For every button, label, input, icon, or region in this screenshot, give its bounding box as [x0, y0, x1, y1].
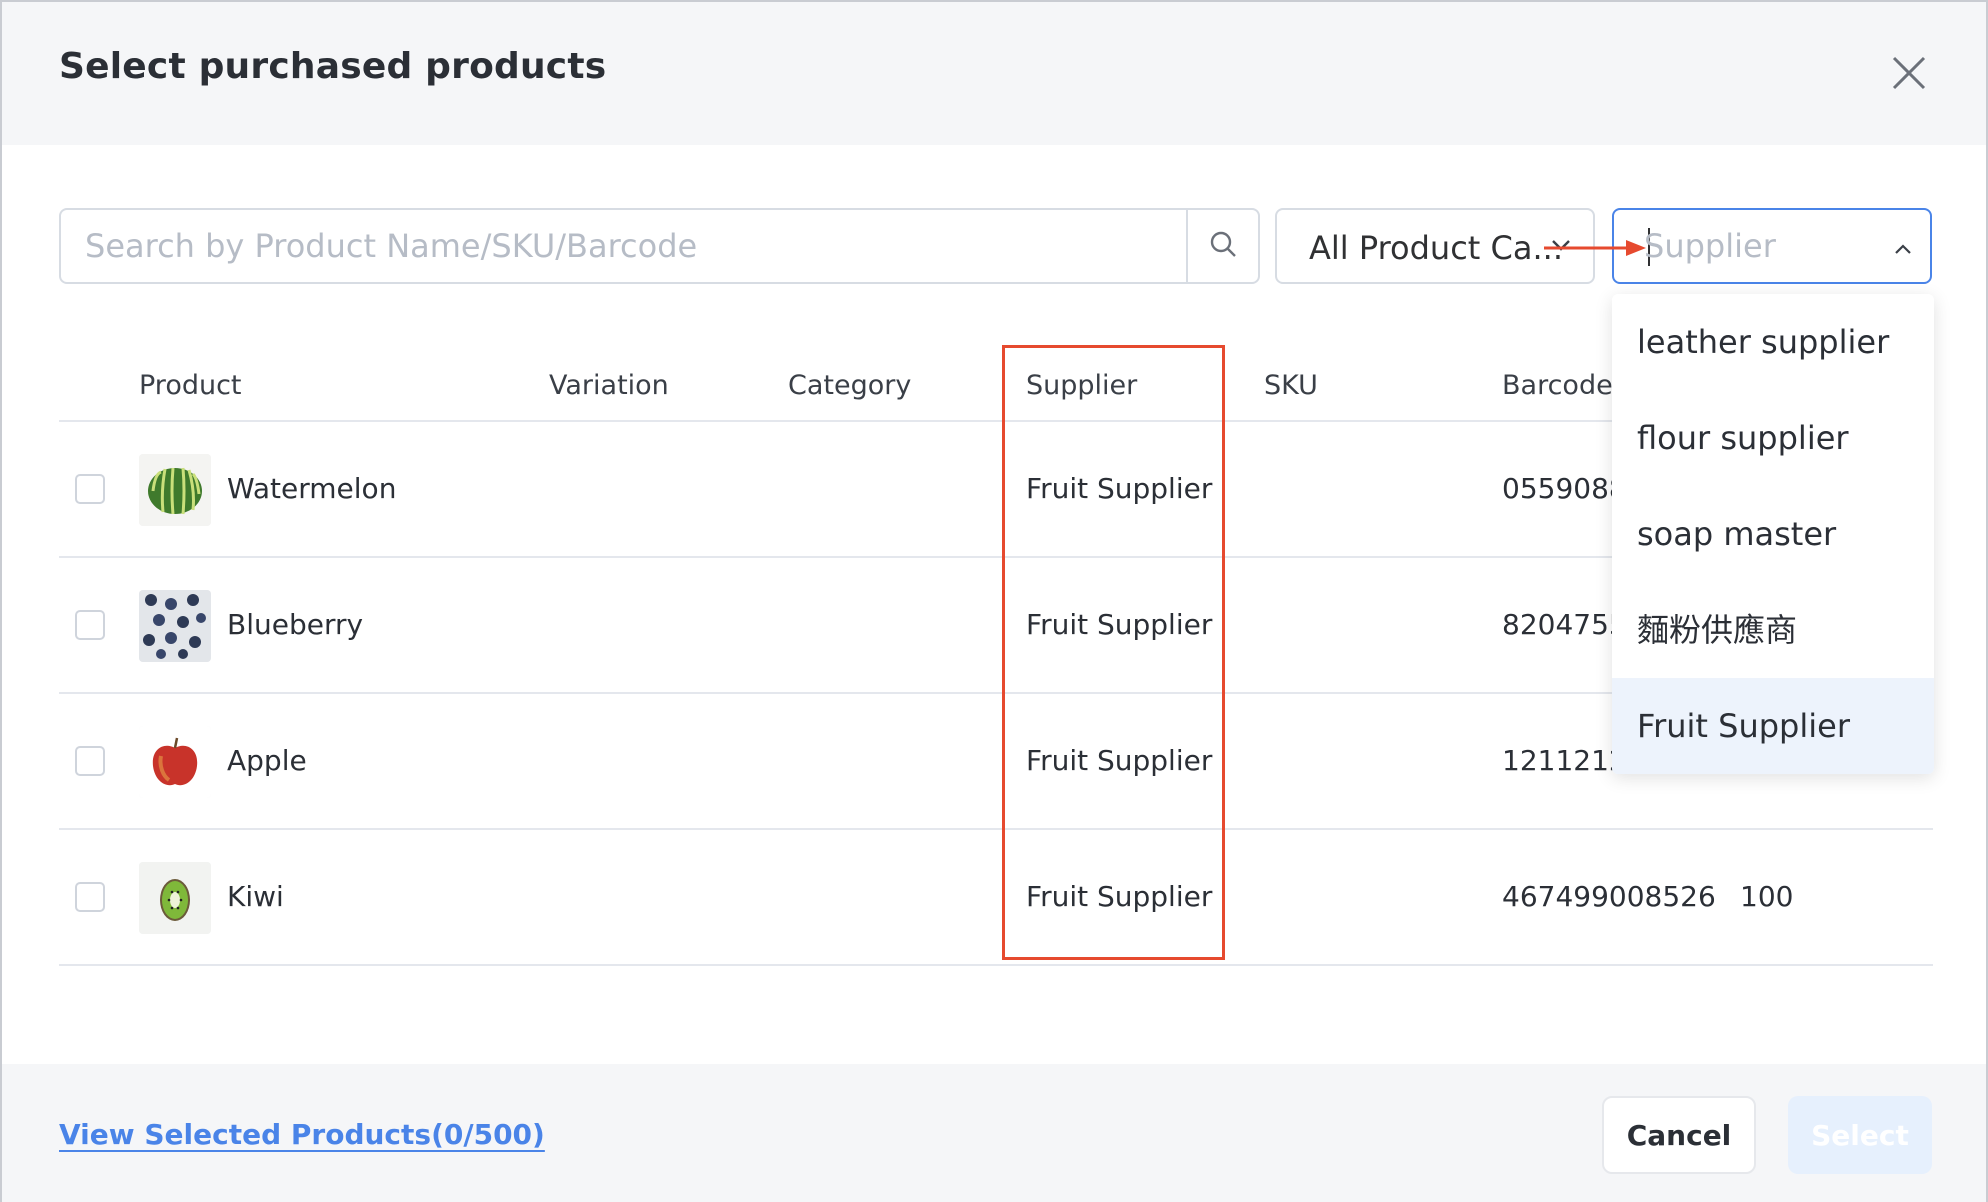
barcode-cell: 1211212	[1502, 744, 1627, 777]
chevron-up-icon	[1894, 240, 1912, 259]
row-checkbox[interactable]	[75, 746, 105, 776]
row-checkbox[interactable]	[75, 474, 105, 504]
kiwi-thumbnail	[139, 862, 211, 934]
category-filter-value: All Product Ca...	[1309, 229, 1563, 267]
column-header-sku: SKU	[1264, 370, 1318, 401]
select-button[interactable]: Select	[1788, 1096, 1932, 1174]
product-name: Blueberry	[227, 608, 364, 641]
select-products-dialog: Select purchased products All Product Ca…	[0, 0, 1988, 1202]
stock-cell: 100	[1740, 880, 1794, 913]
dropdown-option-highlighted[interactable]: Fruit Supplier	[1612, 678, 1934, 774]
barcode-cell: 8204755	[1502, 608, 1627, 641]
view-selected-products-link[interactable]: View Selected Products(0/500)	[59, 1118, 545, 1151]
cancel-button[interactable]: Cancel	[1602, 1096, 1756, 1174]
dropdown-option[interactable]: soap master	[1612, 486, 1934, 582]
search-button[interactable]	[1186, 210, 1258, 282]
column-header-product: Product	[139, 370, 242, 401]
dropdown-option[interactable]: leather supplier	[1612, 294, 1934, 390]
dialog-header: Select purchased products	[2, 2, 1986, 145]
product-name: Watermelon	[227, 472, 397, 505]
row-checkbox[interactable]	[75, 610, 105, 640]
dropdown-option[interactable]: flour supplier	[1612, 390, 1934, 486]
supplier-filter-select[interactable]	[1612, 208, 1932, 284]
supplier-input[interactable]	[1644, 210, 1874, 282]
watermelon-thumbnail	[139, 454, 211, 526]
supplier-column-highlight	[1002, 345, 1225, 960]
blueberry-thumbnail	[139, 590, 211, 662]
search-icon	[1208, 229, 1238, 263]
column-header-category: Category	[788, 370, 912, 401]
apple-thumbnail	[139, 726, 211, 798]
column-header-variation: Variation	[549, 370, 669, 401]
barcode-cell: 467499008526	[1502, 880, 1716, 913]
annotation-arrow-icon	[1542, 238, 1652, 258]
dialog-title: Select purchased products	[59, 46, 607, 87]
dropdown-option[interactable]: 麵粉供應商	[1612, 582, 1934, 678]
barcode-cell: 0559088	[1502, 472, 1627, 505]
column-header-barcode: Barcode	[1502, 370, 1613, 401]
row-checkbox[interactable]	[75, 882, 105, 912]
supplier-dropdown: leather supplier flour supplier soap mas…	[1612, 294, 1934, 774]
product-name: Apple	[227, 744, 307, 777]
close-icon[interactable]	[1886, 50, 1932, 96]
search-input[interactable]	[61, 210, 1187, 282]
table-row[interactable]: Kiwi Fruit Supplier 467499008526 100	[59, 830, 1933, 966]
search-box	[59, 208, 1260, 284]
product-name: Kiwi	[227, 880, 284, 913]
